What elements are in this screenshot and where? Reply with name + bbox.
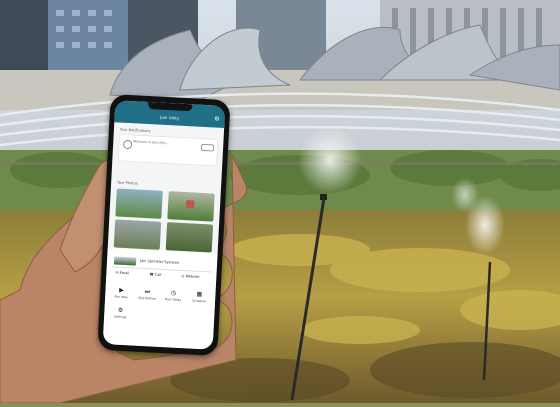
run-now-label: Run Now (114, 294, 128, 300)
app-title: Jain Unity (159, 114, 180, 121)
notification-text: Welcome to Jain Unity ... (133, 139, 171, 146)
photo-thumbnail[interactable] (113, 219, 162, 250)
rain-delay-button[interactable]: ◷ Rain Delay (160, 289, 187, 302)
run-now-button[interactable]: ▶ Run Now (108, 286, 135, 299)
settings-label: Settings (113, 314, 127, 320)
garden-photo: Jain Unity ⚙ Your Notifications Welcome … (0, 0, 560, 404)
control-grid: ▶ Run Now ⏭ Skip Station ◷ Rain Delay ▦ Sche… (108, 286, 213, 307)
notification-icon (122, 139, 133, 150)
product-thumbnail (113, 256, 137, 266)
website-icon: ◎ (181, 273, 185, 279)
schedule-label: Schedule (192, 298, 207, 304)
gear-icon[interactable]: ⚙ (214, 115, 220, 122)
email-button[interactable]: ✉ Email (115, 271, 129, 276)
photo-thumbnail[interactable] (115, 188, 163, 219)
notification-dismiss-button[interactable] (200, 143, 215, 152)
background-scene (0, 0, 560, 404)
settings-button[interactable]: ⚙ Settings (107, 306, 134, 319)
website-label: Website (185, 274, 200, 279)
photo-thumbnail[interactable] (167, 191, 215, 222)
call-label: Call (154, 272, 162, 277)
email-label: Email (119, 270, 130, 276)
sprinkler-far (451, 177, 479, 213)
skip-station-button[interactable]: ⏭ Skip Station (134, 288, 161, 301)
notification-card[interactable]: Welcome to Jain Unity ... (118, 134, 218, 166)
email-icon: ✉ (115, 270, 119, 275)
call-button[interactable]: ☎ Call (149, 272, 161, 277)
photos-label: Your Photos (117, 180, 138, 186)
photo-thumbnail[interactable] (165, 222, 214, 253)
product-title: Jain Sprinkler Systems (139, 258, 180, 265)
website-button[interactable]: ◎ Website (181, 274, 199, 279)
product-row[interactable]: Jain Sprinkler Systems (111, 254, 213, 273)
device-panel: Jain Sprinkler Systems ✉ Email ☎ Call ◎ … (102, 248, 218, 350)
smartphone: Jain Unity ⚙ Your Notifications Welcome … (97, 94, 231, 356)
phone-icon: ☎ (149, 272, 154, 277)
skip-station-label: Skip Station (138, 295, 157, 301)
schedule-button[interactable]: ▦ Schedule (186, 290, 213, 303)
control-grid-row-2: ⚙ Settings (107, 306, 212, 327)
rain-delay-label: Rain Delay (164, 297, 182, 302)
photo-gallery (113, 188, 215, 253)
phone-screen: Jain Unity ⚙ Your Notifications Welcome … (102, 100, 226, 350)
notifications-label: Your Notifications (119, 127, 151, 134)
contact-actions: ✉ Email ☎ Call ◎ Website (111, 270, 211, 287)
